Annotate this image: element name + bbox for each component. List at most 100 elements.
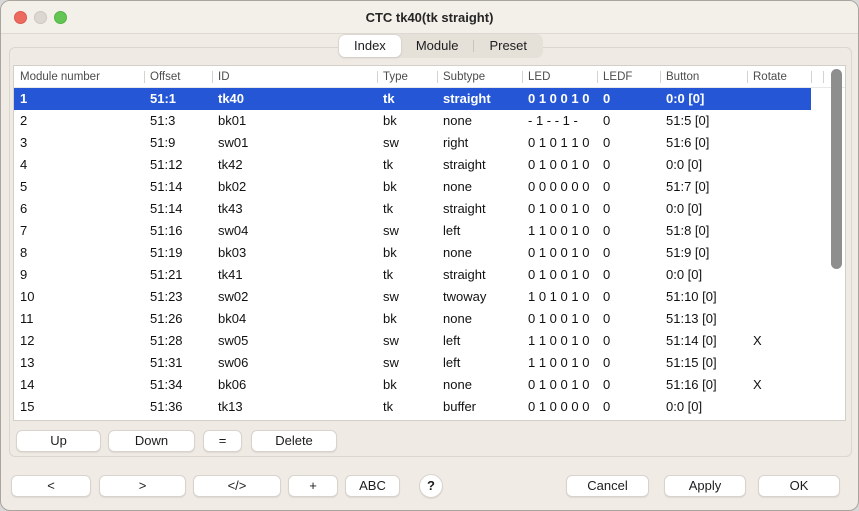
table-cell: 0:0 [0] [660,88,747,110]
table-cell: 0 [597,110,660,132]
table-cell: 0 [597,308,660,330]
table-cell-filler [811,396,845,418]
table-row[interactable]: 751:16sw04swleft1 1 0 0 1 0051:8 [0] [14,220,845,242]
table-row[interactable]: 351:9sw01swright0 1 0 1 1 0051:6 [0] [14,132,845,154]
table-cell: 0 [597,176,660,198]
add-button[interactable]: + [288,475,338,497]
table-cell [747,198,811,220]
table-cell: 0 1 0 0 0 0 [522,396,597,418]
table-cell: X [747,330,811,352]
next-button[interactable]: > [99,475,186,497]
table-cell: tk [377,198,437,220]
table-cell: 51:9 [0] [660,242,747,264]
table-cell [747,110,811,132]
table-cell: 0 [597,352,660,374]
table-cell [747,396,811,418]
table-cell: none [437,242,522,264]
help-button[interactable]: ? [419,474,443,498]
previous-button[interactable]: < [11,475,91,497]
table-row[interactable]: 1151:26bk04bknone0 1 0 0 1 0051:13 [0] [14,308,845,330]
table-cell: 0:0 [0] [660,154,747,176]
table-cell: 1 1 0 0 1 0 [522,220,597,242]
abc-button[interactable]: ABC [345,475,400,497]
down-button[interactable]: Down [108,430,195,452]
column-header-offset[interactable]: Offset [144,66,212,87]
column-header-module-number[interactable]: Module number [14,66,144,87]
table-row[interactable]: 1351:31sw06swleft1 1 0 0 1 0051:15 [0] [14,352,845,374]
ok-button[interactable]: OK [758,475,840,497]
column-header-ledf[interactable]: LEDF [597,66,660,87]
table-cell: 0 [597,374,660,396]
tab-index[interactable]: Index [339,35,401,57]
table-cell: sw [377,132,437,154]
table-cell: bk06 [212,374,377,396]
table-cell: 0 1 0 0 1 0 [522,198,597,220]
table-cell [747,264,811,286]
column-header-rotate[interactable]: Rotate [747,66,811,87]
table-cell-filler [811,330,845,352]
vertical-scrollbar-thumb[interactable] [831,69,842,269]
table-cell: 51:1 [144,88,212,110]
code-button[interactable]: </> [193,475,281,497]
table-row[interactable]: 651:14tk43tkstraight0 1 0 0 1 000:0 [0] [14,198,845,220]
table-row[interactable]: 551:14bk02bknone0 0 0 0 0 0051:7 [0] [14,176,845,198]
table-cell: 15 [14,396,144,418]
table-cell: bk02 [212,176,377,198]
column-header-led[interactable]: LED [522,66,597,87]
table-cell: sw04 [212,220,377,242]
tab-module[interactable]: Module [401,35,474,57]
table-row[interactable]: 251:3bk01bknone- 1 - - 1 -051:5 [0] [14,110,845,132]
table-cell: 4 [14,154,144,176]
table-cell: 0 [597,154,660,176]
table-cell: 51:36 [144,396,212,418]
table-row[interactable]: 1051:23sw02swtwoway1 0 1 0 1 0051:10 [0] [14,286,845,308]
table-cell: bk03 [212,242,377,264]
table-row[interactable]: 151:1tk40tkstraight0 1 0 0 1 000:0 [0] [14,88,845,110]
table-cell: 51:26 [144,308,212,330]
table-cell: sw [377,220,437,242]
table-row[interactable]: 1451:34bk06bknone0 1 0 0 1 0051:16 [0]X [14,374,845,396]
table-row[interactable]: 451:12tk42tkstraight0 1 0 0 1 000:0 [0] [14,154,845,176]
table-cell: 10 [14,286,144,308]
apply-button[interactable]: Apply [664,475,746,497]
module-table[interactable]: Module number Offset ID Type Subtype LED… [13,65,846,421]
table-cell [747,88,811,110]
index-panel: Module number Offset ID Type Subtype LED… [9,47,852,457]
table-cell: none [437,176,522,198]
table-cell: 51:9 [144,132,212,154]
table-cell: 0 1 0 1 1 0 [522,132,597,154]
equals-button[interactable]: = [203,430,242,452]
column-header-id[interactable]: ID [212,66,377,87]
table-row[interactable]: 1251:28sw05swleft1 1 0 0 1 0051:14 [0]X [14,330,845,352]
table-cell: none [437,374,522,396]
table-cell: 14 [14,374,144,396]
table-cell [747,308,811,330]
table-cell-filler [811,374,845,396]
table-cell: 1 0 1 0 1 0 [522,286,597,308]
table-row[interactable]: 951:21tk41tkstraight0 1 0 0 1 000:0 [0] [14,264,845,286]
column-header-type[interactable]: Type [377,66,437,87]
table-cell: 1 [14,88,144,110]
table-cell: 0 [597,132,660,154]
table-cell: left [437,330,522,352]
column-header-button[interactable]: Button [660,66,747,87]
table-cell: bk [377,110,437,132]
table-row[interactable]: 1551:36tk13tkbuffer0 1 0 0 0 000:0 [0] [14,396,845,418]
table-cell: 51:31 [144,352,212,374]
table-cell: straight [437,264,522,286]
up-button[interactable]: Up [16,430,101,452]
table-cell: 9 [14,264,144,286]
column-header-subtype[interactable]: Subtype [437,66,522,87]
delete-button[interactable]: Delete [251,430,337,452]
table-cell: 51:5 [0] [660,110,747,132]
tab-preset[interactable]: Preset [474,35,542,57]
tab-bar: Index Module Preset [338,34,543,58]
title-bar[interactable]: CTC tk40(tk straight) [1,1,858,34]
table-cell: 51:3 [144,110,212,132]
cancel-button[interactable]: Cancel [566,475,649,497]
table-row[interactable]: 851:19bk03bknone0 1 0 0 1 0051:9 [0] [14,242,845,264]
table-cell: none [437,308,522,330]
table-cell: 51:28 [144,330,212,352]
table-cell: 7 [14,220,144,242]
table-cell: 51:14 [144,198,212,220]
